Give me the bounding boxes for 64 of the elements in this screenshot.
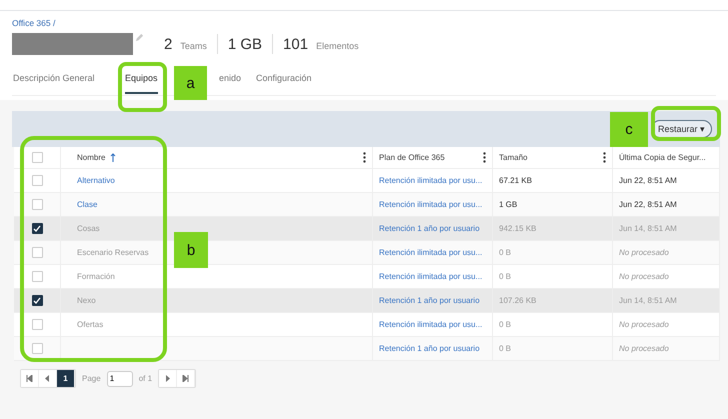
team-name[interactable]: Alternativo: [77, 176, 115, 185]
backup-date: No procesado: [619, 248, 669, 257]
stat-label: Elementos: [316, 40, 359, 50]
team-name[interactable]: Clase: [77, 200, 98, 209]
page-input[interactable]: 1: [106, 370, 133, 386]
team-name: Nexo: [77, 296, 96, 305]
column-header[interactable]: Nombre: [61, 147, 373, 168]
stat-value: 1 GB: [228, 36, 262, 52]
first-page-icon: [26, 375, 33, 382]
column-header[interactable]: Plan de Office 365: [373, 147, 493, 168]
plan-link[interactable]: Retención ilimitada por usu...: [379, 272, 482, 281]
plan-link[interactable]: Retención ilimitada por usu...: [379, 320, 482, 329]
size-cell: 107.26 KB: [499, 296, 536, 305]
next-page-button[interactable]: [159, 370, 178, 387]
callout-label: c: [610, 112, 648, 147]
plan-link[interactable]: Retención ilimitada por usu...: [379, 200, 482, 209]
breadcrumb-link[interactable]: Office 365 /: [12, 18, 56, 28]
page-label: Page: [82, 374, 101, 383]
backup-date: No procesado: [619, 344, 669, 353]
size-cell: 942.15 KB: [499, 224, 536, 233]
tab[interactable]: Configuración: [256, 73, 312, 92]
callout-label: b: [174, 232, 208, 268]
size-cell: 0 B: [499, 272, 512, 281]
first-page-button[interactable]: [21, 370, 39, 387]
size-cell: 67.21 KB: [499, 176, 532, 185]
tab[interactable]: Equipos: [125, 73, 158, 94]
column-menu-icon[interactable]: [363, 152, 366, 163]
backup-date: Jun 14, 8:51 AM: [619, 296, 677, 305]
highlight-outline: [118, 62, 167, 112]
plan-link[interactable]: Retención 1 año por usuario: [379, 224, 480, 233]
highlight-outline: [651, 106, 721, 141]
checkbox[interactable]: [32, 295, 42, 306]
tab[interactable]: Descripción General: [13, 73, 95, 92]
backup-date: Jun 14, 8:51 AM: [619, 224, 677, 233]
backup-date: No procesado: [619, 320, 669, 329]
next-page-icon: [165, 375, 170, 382]
plan-link[interactable]: Retención 1 año por usuario: [379, 296, 480, 305]
sort-arrow-icon[interactable]: [110, 153, 116, 162]
page-count: of 1: [138, 374, 152, 383]
backup-date: Jun 22, 8:51 AM: [619, 200, 677, 209]
column-menu-icon[interactable]: [483, 152, 486, 163]
team-name: Formación: [77, 272, 115, 281]
team-name: Escenario Reservas: [77, 248, 149, 257]
size-cell: 0 B: [499, 344, 512, 353]
previous-page-icon: [45, 375, 50, 382]
plan-link[interactable]: Retención ilimitada por usu...: [379, 176, 482, 185]
last-page-icon: [182, 375, 190, 382]
size-cell: 0 B: [499, 320, 512, 329]
tab[interactable]: enido: [219, 73, 242, 92]
size-cell: 1 GB: [499, 200, 518, 209]
team-name: Cosas: [77, 224, 100, 233]
size-cell: 0 B: [499, 248, 512, 257]
plan-link[interactable]: Retención ilimitada por usu...: [379, 248, 482, 257]
callout-label: a: [174, 66, 207, 100]
plan-link[interactable]: Retención 1 año por usuario: [379, 344, 480, 353]
backup-date: Jun 22, 8:51 AM: [619, 176, 677, 185]
team-name: Ofertas: [77, 320, 104, 329]
checkbox[interactable]: [32, 223, 42, 234]
backup-date: No procesado: [619, 272, 669, 281]
column-menu-icon[interactable]: [603, 152, 606, 163]
stat-label: Teams: [180, 40, 207, 50]
stat-value: 2: [164, 36, 172, 52]
page-button[interactable]: 1: [57, 370, 75, 387]
stat-value: 101: [283, 36, 308, 52]
